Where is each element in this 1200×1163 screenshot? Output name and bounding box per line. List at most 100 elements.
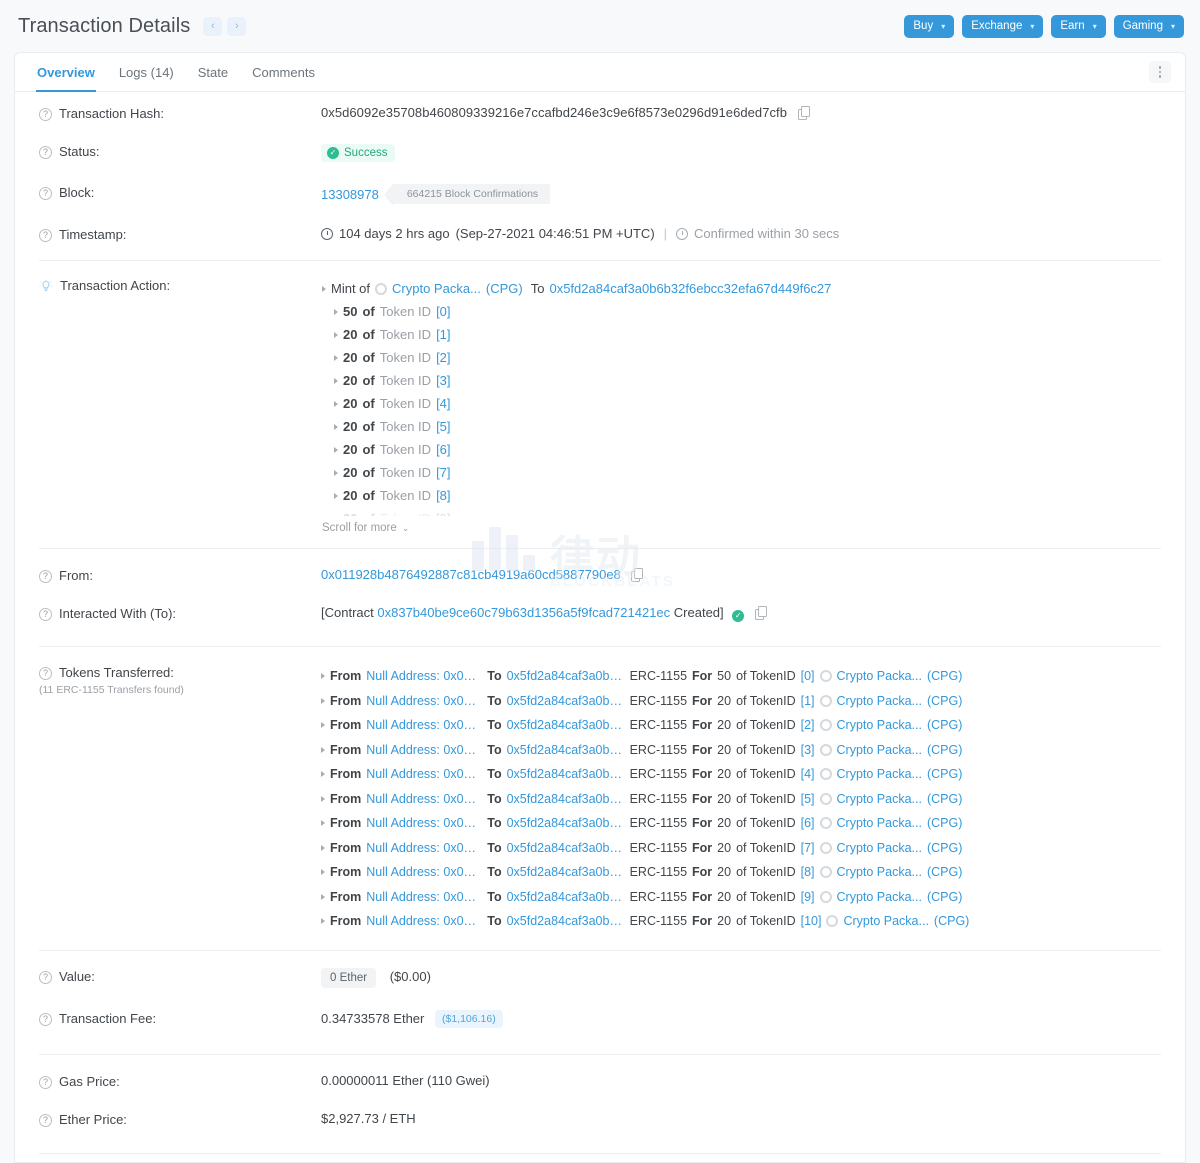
prev-transaction-button[interactable]: ‹ [203, 17, 222, 36]
action-token-id-link[interactable]: [1] [436, 323, 450, 346]
transfer-to-address-link[interactable]: 0x5fd2a84caf3a0b… [507, 713, 625, 738]
transfer-token-id-link[interactable]: [9] [801, 885, 815, 910]
status-value-group: ✓ Success [321, 143, 1167, 162]
action-to-address-link[interactable]: 0x5fd2a84caf3a0b6b32f6ebcc32efa67d449f6c… [549, 277, 831, 300]
transfer-token-name-link[interactable]: Crypto Packa... [837, 664, 922, 689]
transfer-token-symbol-link[interactable]: (CPG) [934, 909, 969, 934]
tab-logs[interactable]: Logs (14) [107, 53, 186, 91]
help-icon[interactable]: ? [39, 108, 52, 121]
transfer-to-address-link[interactable]: 0x5fd2a84caf3a0b… [507, 811, 625, 836]
transfer-token-id-link[interactable]: [3] [801, 738, 815, 763]
transfer-token-name-link[interactable]: Crypto Packa... [837, 885, 922, 910]
tab-comments[interactable]: Comments [240, 53, 327, 91]
transfer-token-symbol-link[interactable]: (CPG) [927, 738, 962, 763]
transfer-token-symbol-link[interactable]: (CPG) [927, 885, 962, 910]
earn-dropdown-button[interactable]: Earn ▾ [1051, 15, 1105, 38]
help-icon[interactable]: ? [39, 570, 52, 583]
interacted-with-label: Interacted With (To): [59, 606, 176, 621]
transfer-from-address-link[interactable]: Null Address: 0x00… [366, 909, 482, 934]
gaming-dropdown-button[interactable]: Gaming ▾ [1114, 15, 1184, 38]
transfer-token-name-link[interactable]: Crypto Packa... [843, 909, 928, 934]
from-address-link[interactable]: 0x011928b4876492887c81cb4919a60cd5887790… [321, 567, 621, 582]
transfer-token-id-link[interactable]: [5] [801, 787, 815, 812]
transfer-token-name-link[interactable]: Crypto Packa... [837, 713, 922, 738]
transfer-to-address-link[interactable]: 0x5fd2a84caf3a0b… [507, 909, 625, 934]
action-token-id-link[interactable]: [4] [436, 392, 450, 415]
transfer-from-address-link[interactable]: Null Address: 0x00… [366, 836, 482, 861]
transfer-token-symbol-link[interactable]: (CPG) [927, 689, 962, 714]
help-icon[interactable]: ? [39, 667, 52, 680]
transfer-to-address-link[interactable]: 0x5fd2a84caf3a0b… [507, 738, 625, 763]
transfer-from-address-link[interactable]: Null Address: 0x00… [366, 713, 482, 738]
copy-icon[interactable] [755, 606, 766, 618]
transfer-from-address-link[interactable]: Null Address: 0x00… [366, 689, 482, 714]
transfer-token-symbol-link[interactable]: (CPG) [927, 836, 962, 861]
contract-address-link[interactable]: 0x837b40be9ce60c79b63d1356a5f9fcad721421… [377, 605, 670, 620]
copy-icon[interactable] [631, 568, 642, 580]
transfer-from-address-link[interactable]: Null Address: 0x00… [366, 885, 482, 910]
token-transfer-row: FromNull Address: 0x00…To0x5fd2a84caf3a0… [321, 811, 1167, 836]
transfer-to-address-link[interactable]: 0x5fd2a84caf3a0b… [507, 885, 625, 910]
action-token-id-link[interactable]: [0] [436, 300, 450, 323]
block-number-link[interactable]: 13308978 [321, 187, 379, 202]
transfer-token-symbol-link[interactable]: (CPG) [927, 664, 962, 689]
transfer-from-word: From [330, 811, 361, 836]
transfer-token-name-link[interactable]: Crypto Packa... [837, 738, 922, 763]
action-token-id-link[interactable]: [5] [436, 415, 450, 438]
transfer-to-address-link[interactable]: 0x5fd2a84caf3a0b… [507, 836, 625, 861]
help-icon[interactable]: ? [39, 1013, 52, 1026]
transfer-token-id-link[interactable]: [10] [801, 909, 822, 934]
transfer-token-id-link[interactable]: [4] [801, 762, 815, 787]
transfer-from-address-link[interactable]: Null Address: 0x00… [366, 738, 482, 763]
copy-icon[interactable] [798, 106, 809, 118]
buy-dropdown-button[interactable]: Buy ▾ [904, 15, 954, 38]
transfer-to-address-link[interactable]: 0x5fd2a84caf3a0b… [507, 664, 625, 689]
action-token-symbol-link[interactable]: (CPG) [486, 277, 523, 300]
transfer-token-name-link[interactable]: Crypto Packa... [837, 689, 922, 714]
help-icon[interactable]: ? [39, 229, 52, 242]
transfer-to-address-link[interactable]: 0x5fd2a84caf3a0b… [507, 787, 625, 812]
tab-overview[interactable]: Overview [25, 53, 107, 91]
next-transaction-button[interactable]: › [227, 17, 246, 36]
transfer-from-address-link[interactable]: Null Address: 0x00… [366, 811, 482, 836]
transfer-token-id-link[interactable]: [8] [801, 860, 815, 885]
action-token-id-link[interactable]: [7] [436, 461, 450, 484]
scroll-for-more-button[interactable]: Scroll for more ⌄ [322, 522, 409, 534]
help-icon[interactable]: ? [39, 187, 52, 200]
transfer-from-address-link[interactable]: Null Address: 0x00… [366, 762, 482, 787]
exchange-dropdown-button[interactable]: Exchange ▾ [962, 15, 1043, 38]
tab-state[interactable]: State [186, 53, 240, 91]
transfer-token-name-link[interactable]: Crypto Packa... [837, 860, 922, 885]
transfer-token-name-link[interactable]: Crypto Packa... [837, 762, 922, 787]
transfer-token-symbol-link[interactable]: (CPG) [927, 860, 962, 885]
help-icon[interactable]: ? [39, 971, 52, 984]
transfer-token-name-link[interactable]: Crypto Packa... [837, 787, 922, 812]
help-icon[interactable]: ? [39, 1114, 52, 1127]
transfer-to-address-link[interactable]: 0x5fd2a84caf3a0b… [507, 689, 625, 714]
transfer-token-symbol-link[interactable]: (CPG) [927, 787, 962, 812]
transfer-token-id-link[interactable]: [2] [801, 713, 815, 738]
action-token-id-link[interactable]: [2] [436, 346, 450, 369]
transfer-from-address-link[interactable]: Null Address: 0x00… [366, 787, 482, 812]
transfer-token-symbol-link[interactable]: (CPG) [927, 762, 962, 787]
help-icon[interactable]: ? [39, 608, 52, 621]
transfer-to-address-link[interactable]: 0x5fd2a84caf3a0b… [507, 762, 625, 787]
transfer-to-address-link[interactable]: 0x5fd2a84caf3a0b… [507, 860, 625, 885]
transfer-token-name-link[interactable]: Crypto Packa... [837, 836, 922, 861]
transfer-token-id-link[interactable]: [6] [801, 811, 815, 836]
transfer-from-address-link[interactable]: Null Address: 0x00… [366, 664, 482, 689]
action-token-id-link[interactable]: [6] [436, 438, 450, 461]
help-icon[interactable]: ? [39, 1076, 52, 1089]
transfer-token-id-link[interactable]: [7] [801, 836, 815, 861]
kebab-menu-icon[interactable] [1149, 61, 1171, 83]
action-token-id-link[interactable]: [8] [436, 484, 450, 507]
transfer-token-symbol-link[interactable]: (CPG) [927, 811, 962, 836]
action-token-name-link[interactable]: Crypto Packa... [392, 277, 481, 300]
action-token-id-link[interactable]: [3] [436, 369, 450, 392]
transfer-token-id-link[interactable]: [1] [801, 689, 815, 714]
transfer-from-address-link[interactable]: Null Address: 0x00… [366, 860, 482, 885]
transfer-token-name-link[interactable]: Crypto Packa... [837, 811, 922, 836]
transfer-token-id-link[interactable]: [0] [801, 664, 815, 689]
help-icon[interactable]: ? [39, 146, 52, 159]
transfer-token-symbol-link[interactable]: (CPG) [927, 713, 962, 738]
